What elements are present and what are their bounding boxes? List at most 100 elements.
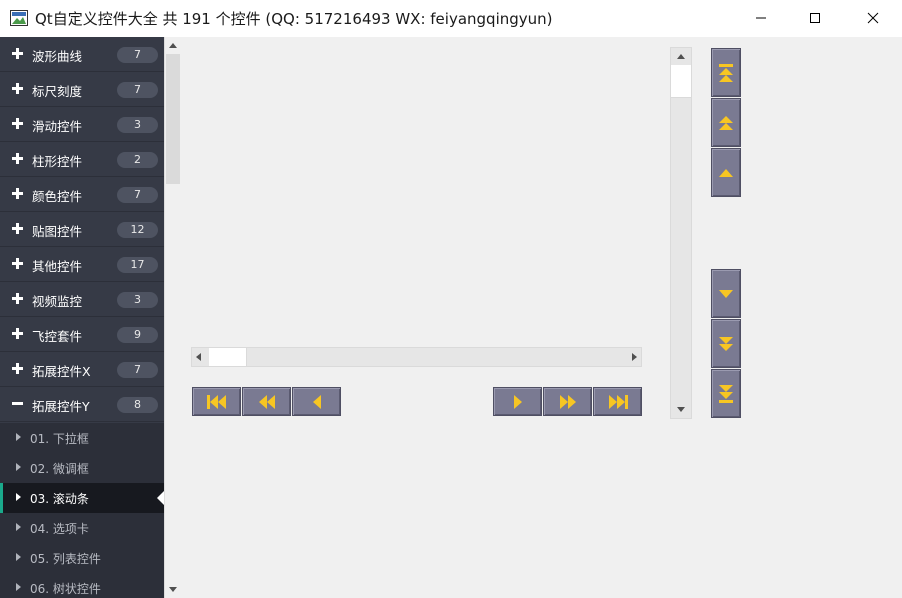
bottom-button[interactable] bbox=[711, 369, 741, 418]
scrollbar-thumb[interactable] bbox=[166, 54, 180, 184]
sidebar-group[interactable]: 飞控套件 9 bbox=[0, 317, 164, 352]
sidebar-group-label: 贴图控件 bbox=[32, 224, 83, 239]
sidebar-group-label: 拓展控件Y bbox=[32, 399, 90, 414]
count-badge: 8 bbox=[117, 397, 158, 413]
scroll-up-icon[interactable] bbox=[677, 54, 685, 59]
sidebar-child-item[interactable]: 02. 微调框 bbox=[0, 453, 164, 483]
sidebar-group-label: 拓展控件X bbox=[32, 364, 91, 379]
sidebar-group[interactable]: 贴图控件 12 bbox=[0, 212, 164, 247]
expand-icon bbox=[12, 153, 23, 164]
sidebar-group[interactable]: 拓展控件Y 8 bbox=[0, 387, 164, 422]
selection-pointer-icon bbox=[157, 491, 164, 505]
top-icon bbox=[719, 63, 733, 82]
count-badge: 7 bbox=[117, 82, 158, 98]
title-bar: Qt自定义控件大全 共 191 个控件 (QQ: 517216493 WX: f… bbox=[0, 0, 902, 36]
sidebar-child-item[interactable]: 04. 选项卡 bbox=[0, 513, 164, 543]
sidebar-group-label: 波形曲线 bbox=[32, 49, 83, 64]
expand-icon bbox=[12, 83, 23, 94]
page-down-button[interactable] bbox=[711, 319, 741, 368]
first-button[interactable] bbox=[192, 387, 241, 416]
count-badge: 12 bbox=[117, 222, 158, 238]
scroll-right-icon[interactable] bbox=[632, 353, 637, 361]
sidebar-group[interactable]: 标尺刻度 7 bbox=[0, 72, 164, 107]
sidebar-group[interactable]: 滑动控件 3 bbox=[0, 107, 164, 142]
expand-icon bbox=[12, 188, 23, 199]
chevron-right-icon bbox=[16, 553, 21, 561]
chevron-right-icon bbox=[16, 433, 21, 441]
sidebar-child-item[interactable]: 01. 下拉框 bbox=[0, 423, 164, 453]
last-icon bbox=[608, 394, 628, 409]
bottom-icon bbox=[719, 384, 733, 403]
scroll-down-icon[interactable] bbox=[169, 587, 177, 592]
sidebar-group-label: 颜色控件 bbox=[32, 189, 83, 204]
app-icon bbox=[10, 10, 28, 26]
page-up-button[interactable] bbox=[711, 98, 741, 147]
count-badge: 7 bbox=[117, 187, 158, 203]
scrollbar-thumb[interactable] bbox=[671, 65, 691, 98]
maximize-button[interactable] bbox=[792, 0, 838, 36]
expand-icon bbox=[12, 118, 23, 129]
sidebar-group-label: 视频监控 bbox=[32, 294, 83, 309]
chevron-right-icon bbox=[16, 493, 21, 501]
sidebar-group[interactable]: 柱形控件 2 bbox=[0, 142, 164, 177]
sidebar-group[interactable]: 其他控件 17 bbox=[0, 247, 164, 282]
sidebar-children: 01. 下拉框 02. 微调框 03. 滚动条 04. 选项卡 05. 列表控件… bbox=[0, 423, 164, 598]
sidebar-child-label: 06. 树状控件 bbox=[30, 582, 101, 596]
minimize-icon bbox=[756, 17, 766, 19]
window-title: Qt自定义控件大全 共 191 个控件 (QQ: 517216493 WX: f… bbox=[35, 10, 553, 28]
scroll-left-icon[interactable] bbox=[196, 353, 201, 361]
chevron-right-icon bbox=[16, 583, 21, 591]
down-icon bbox=[719, 289, 733, 298]
count-badge: 3 bbox=[117, 117, 158, 133]
last-button[interactable] bbox=[593, 387, 642, 416]
sidebar-group[interactable]: 拓展控件X 7 bbox=[0, 352, 164, 387]
sidebar-group[interactable]: 波形曲线 7 bbox=[0, 37, 164, 72]
horizontal-scrollbar[interactable] bbox=[191, 347, 642, 367]
down-button[interactable] bbox=[711, 269, 741, 318]
expand-icon bbox=[12, 258, 23, 269]
active-indicator bbox=[0, 483, 3, 513]
count-badge: 7 bbox=[117, 362, 158, 378]
next-button[interactable] bbox=[493, 387, 542, 416]
sidebar-child-item-active[interactable]: 03. 滚动条 bbox=[0, 483, 164, 513]
page-next-icon bbox=[559, 394, 576, 409]
prev-icon bbox=[312, 394, 321, 409]
close-button[interactable] bbox=[850, 0, 896, 36]
vertical-scrollbar[interactable] bbox=[670, 47, 692, 419]
sidebar-group[interactable]: 颜色控件 7 bbox=[0, 177, 164, 212]
sidebar-group-label: 其他控件 bbox=[32, 259, 83, 274]
next-icon bbox=[513, 394, 522, 409]
expand-icon bbox=[12, 293, 23, 304]
prev-button[interactable] bbox=[292, 387, 341, 416]
sidebar-child-label: 01. 下拉框 bbox=[30, 432, 89, 446]
count-badge: 7 bbox=[117, 47, 158, 63]
sidebar-child-label: 04. 选项卡 bbox=[30, 522, 89, 536]
sidebar-child-item[interactable]: 06. 树状控件 bbox=[0, 573, 164, 598]
count-badge: 3 bbox=[117, 292, 158, 308]
page-up-icon bbox=[719, 115, 733, 130]
top-button[interactable] bbox=[711, 48, 741, 97]
sidebar-child-item[interactable]: 05. 列表控件 bbox=[0, 543, 164, 573]
expand-icon bbox=[12, 48, 23, 59]
collapse-icon bbox=[12, 402, 23, 405]
scroll-up-icon[interactable] bbox=[169, 43, 177, 48]
expand-icon bbox=[12, 223, 23, 234]
sidebar-nav: 波形曲线 7 标尺刻度 7 滑动控件 3 柱形控件 2 颜色控件 7 贴图控件 … bbox=[0, 37, 164, 598]
sidebar-group[interactable]: 视频监控 3 bbox=[0, 282, 164, 317]
page-down-icon bbox=[719, 336, 733, 351]
first-icon bbox=[206, 394, 226, 409]
up-icon bbox=[719, 168, 733, 177]
count-badge: 2 bbox=[117, 152, 158, 168]
chevron-right-icon bbox=[16, 523, 21, 531]
scroll-down-icon[interactable] bbox=[677, 407, 685, 412]
sidebar-group-label: 标尺刻度 bbox=[32, 84, 83, 99]
scrollbar-thumb[interactable] bbox=[209, 348, 247, 366]
page-prev-button[interactable] bbox=[242, 387, 291, 416]
minimize-button[interactable] bbox=[738, 0, 784, 36]
maximize-icon bbox=[810, 13, 820, 23]
up-button[interactable] bbox=[711, 148, 741, 197]
sidebar-child-label: 03. 滚动条 bbox=[30, 492, 89, 506]
sidebar-scrollbar[interactable] bbox=[164, 37, 180, 598]
sidebar-group-label: 飞控套件 bbox=[32, 329, 83, 344]
page-next-button[interactable] bbox=[543, 387, 592, 416]
